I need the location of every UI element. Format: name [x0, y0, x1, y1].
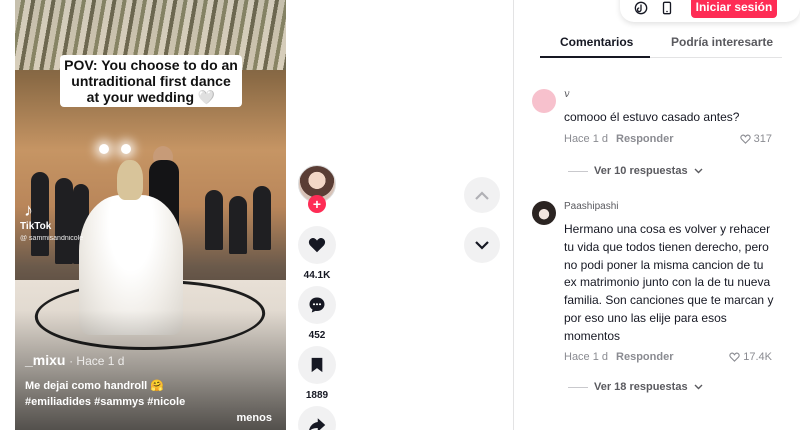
heart-icon [739, 134, 751, 144]
comment-user[interactable]: Paashipashi [564, 201, 618, 212]
view-replies-label[interactable]: Ver 10 respuestas [594, 165, 688, 177]
previous-video-button[interactable] [464, 177, 500, 213]
guest-figure [205, 190, 223, 250]
comment-user[interactable]: v [564, 89, 570, 100]
tab-comments[interactable]: Comentarios [560, 35, 633, 49]
save-count: 1889 [305, 390, 329, 401]
guest-figure [229, 196, 247, 254]
comment-like-count: 317 [753, 133, 772, 145]
comment-item: Paashipashi Hermano una cosa es volver y… [532, 201, 782, 401]
view-replies-button[interactable]: Ver 10 respuestas [568, 165, 703, 177]
video-time: · Hace 1 d [69, 354, 125, 368]
stage-lights [99, 138, 139, 160]
phone-icon[interactable] [660, 1, 674, 15]
like-action[interactable]: 44.1K [298, 226, 336, 281]
login-button[interactable]: Iniciar sesión [691, 0, 777, 18]
comment-like-count: 17.4K [743, 351, 772, 363]
chevron-up-icon [475, 190, 489, 200]
avatar[interactable] [532, 89, 556, 113]
reply-button[interactable]: Responder [616, 351, 673, 363]
view-replies-label[interactable]: Ver 18 respuestas [594, 381, 688, 393]
comment-like[interactable]: 17.4K [729, 351, 772, 363]
comment-like[interactable]: 317 [739, 133, 772, 145]
comment-item: v comooo él estuvo casado antes? Hace 1 … [532, 89, 782, 184]
comments-tabs: Comentarios Podría interesarte [540, 28, 782, 58]
save-button[interactable] [298, 346, 336, 384]
tab-related[interactable]: Podría interesarte [671, 35, 773, 49]
guest-figure [253, 186, 271, 250]
replies-line [568, 386, 588, 388]
comment-count: 452 [308, 330, 326, 341]
tiktok-icon[interactable] [634, 1, 648, 15]
save-action[interactable]: 1889 [298, 346, 336, 401]
chevron-down-icon [694, 384, 703, 390]
chevron-down-icon [475, 240, 489, 250]
avatar[interactable] [532, 201, 556, 225]
comment-time: Hace 1 d [564, 133, 609, 145]
video-player[interactable]: POV: You choose to do an untraditional f… [15, 0, 286, 430]
comment-time: Hace 1 d [564, 351, 609, 363]
replies-line [568, 170, 588, 172]
chevron-down-icon [694, 168, 703, 174]
comment-meta: Hace 1 d Responder [564, 133, 674, 145]
watermark-handle: @ sammisandnicole [20, 235, 84, 242]
top-bar: Iniciar sesión [620, 0, 800, 22]
tiktok-watermark: ♪ TikTok @ sammisandnicole [20, 200, 83, 243]
comment-icon [309, 297, 325, 313]
video-author[interactable]: _mixu [25, 352, 65, 368]
share-action[interactable] [298, 406, 336, 430]
comment-button[interactable] [298, 286, 336, 324]
view-replies-button[interactable]: Ver 18 respuestas [568, 381, 703, 393]
plus-icon[interactable]: + [308, 195, 326, 213]
bookmark-icon [311, 357, 323, 373]
comment-meta: Hace 1 d Responder [564, 351, 674, 363]
like-button[interactable] [298, 226, 336, 264]
comment-action[interactable]: 452 [298, 286, 336, 341]
watermark-brand: TikTok [20, 221, 52, 232]
like-count: 44.1K [303, 270, 331, 281]
heart-icon [308, 238, 326, 253]
next-video-button[interactable] [464, 227, 500, 263]
reply-button[interactable]: Responder [616, 133, 673, 145]
heart-icon [729, 352, 740, 362]
active-tab-indicator [540, 56, 650, 58]
panel-divider [513, 0, 514, 430]
share-button[interactable] [298, 406, 336, 430]
bride-head [117, 160, 143, 200]
comment-text: Hermano una cosa es volver y rehacer tu … [564, 222, 774, 343]
creator-avatar[interactable]: + [298, 165, 336, 213]
video-author-line: _mixu · Hace 1 d [25, 352, 124, 368]
tiktok-icon: ♪ [24, 200, 33, 220]
share-icon [309, 418, 326, 430]
video-caption-overlay: POV: You choose to do an untraditional f… [60, 55, 242, 107]
less-button[interactable]: menos [237, 412, 272, 424]
comment-text: comooo él estuvo casado antes? [564, 110, 740, 124]
video-description: Me dejai como handroll 🤗 #emiliadides #s… [25, 380, 186, 408]
